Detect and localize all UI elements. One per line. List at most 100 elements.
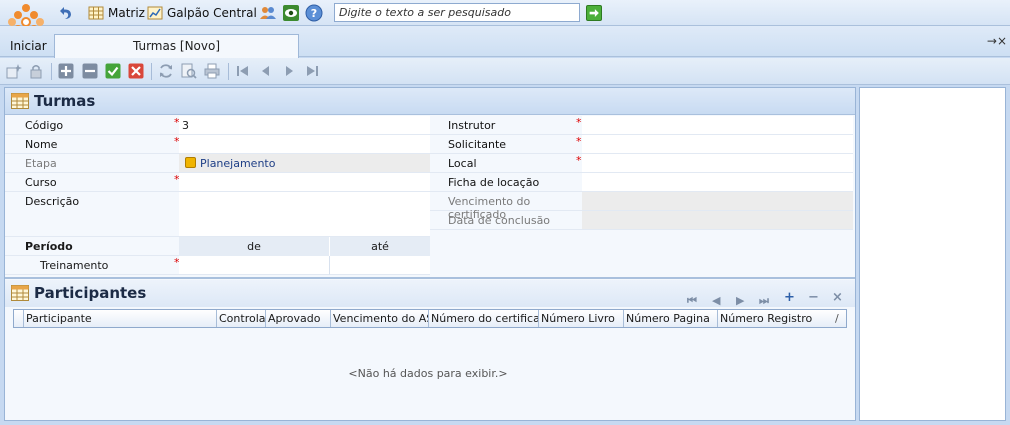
vencimento-certificado-label-cell: Vencimento do certificado bbox=[430, 192, 582, 221]
grid-delete-icon[interactable]: × bbox=[832, 284, 843, 311]
matriz-label: Matriz bbox=[108, 6, 145, 20]
toolbar-separator bbox=[151, 63, 152, 80]
column-numero-livro[interactable]: Número Livro bbox=[539, 310, 624, 327]
codigo-label-cell: Código * bbox=[5, 116, 180, 135]
column-vencimento-aso[interactable]: Vencimento do ASO bbox=[331, 310, 429, 327]
ficha-locacao-label-cell: Ficha de locação bbox=[430, 173, 582, 192]
periodo-label: Período bbox=[25, 240, 73, 253]
new-record-icon[interactable] bbox=[6, 63, 22, 79]
etapa-value: Planejamento bbox=[200, 157, 276, 170]
required-marker: * bbox=[576, 154, 582, 167]
curso-label: Curso bbox=[25, 176, 57, 189]
table-icon bbox=[11, 93, 29, 109]
ficha-locacao-label: Ficha de locação bbox=[448, 176, 540, 189]
grid-empty-message: <Não há dados para exibir.> bbox=[348, 367, 508, 380]
nome-label: Nome bbox=[25, 138, 58, 151]
solicitante-label-cell: Solicitante * bbox=[430, 135, 582, 154]
required-marker: * bbox=[576, 116, 582, 129]
tab-turmas-novo[interactable]: Turmas [Novo] bbox=[54, 34, 299, 58]
close-tab-icon[interactable]: →× bbox=[987, 34, 1007, 48]
instrutor-label-cell: Instrutor * bbox=[430, 116, 582, 135]
grid-remove-icon[interactable]: − bbox=[808, 284, 819, 311]
participantes-grid: Participante Controlar Aprovado Vencimen… bbox=[9, 309, 847, 420]
local-input[interactable] bbox=[582, 154, 853, 173]
curso-input[interactable] bbox=[179, 173, 430, 192]
codigo-label: Código bbox=[25, 119, 64, 132]
help-icon[interactable]: ? bbox=[305, 4, 323, 22]
data-conclusao-label: Data de conclusão bbox=[448, 214, 551, 227]
grid-icon bbox=[88, 6, 104, 20]
turmas-form-panel: Turmas Código * 3 Nome * Etapa Planejamento Cur… bbox=[4, 87, 856, 421]
iniciar-button[interactable]: Iniciar bbox=[10, 39, 47, 53]
grid-add-icon[interactable]: + bbox=[784, 284, 795, 311]
undo-icon[interactable] bbox=[56, 4, 74, 22]
codigo-input[interactable]: 3 bbox=[179, 116, 430, 135]
etapa-label: Etapa bbox=[25, 157, 57, 170]
print-icon[interactable] bbox=[204, 63, 220, 79]
lock-icon[interactable] bbox=[28, 63, 44, 79]
data-conclusao-label-cell: Data de conclusão bbox=[430, 211, 582, 230]
instrutor-input[interactable] bbox=[582, 116, 853, 135]
treinamento-label: Treinamento bbox=[40, 259, 109, 272]
etapa-status-icon bbox=[185, 157, 196, 168]
search-input[interactable] bbox=[334, 3, 580, 22]
svg-text:?: ? bbox=[311, 7, 317, 20]
preview-icon[interactable] bbox=[181, 63, 197, 79]
add-icon[interactable] bbox=[58, 63, 74, 79]
column-aprovado[interactable]: Aprovado bbox=[266, 310, 331, 327]
first-record-icon[interactable] bbox=[235, 63, 251, 79]
cancel-icon[interactable] bbox=[128, 63, 144, 79]
required-marker: * bbox=[576, 135, 582, 148]
users-icon[interactable] bbox=[259, 4, 277, 22]
treinamento-label-cell: Treinamento * bbox=[5, 256, 180, 275]
action-toolbar bbox=[0, 58, 1010, 85]
etapa-input[interactable]: Planejamento bbox=[179, 154, 430, 173]
previous-record-icon[interactable] bbox=[258, 63, 274, 79]
descricao-label-cell: Descrição bbox=[5, 192, 179, 237]
galpao-button[interactable]: Galpão Central bbox=[147, 4, 257, 22]
nome-input[interactable] bbox=[179, 135, 430, 154]
descricao-input[interactable] bbox=[179, 192, 430, 237]
periodo-de-header: de bbox=[179, 237, 330, 256]
instrutor-label: Instrutor bbox=[448, 119, 496, 132]
ficha-locacao-input[interactable] bbox=[582, 173, 853, 192]
save-check-icon[interactable] bbox=[105, 63, 121, 79]
solicitante-input[interactable] bbox=[582, 135, 853, 154]
local-label: Local bbox=[448, 157, 477, 170]
solicitante-label: Solicitante bbox=[448, 138, 507, 151]
grid-row-indicator bbox=[14, 310, 24, 327]
remove-icon[interactable] bbox=[82, 63, 98, 79]
turmas-section-header: Turmas bbox=[5, 88, 855, 115]
grid-header-row: Participante Controlar Aprovado Vencimen… bbox=[13, 309, 847, 328]
column-controlar[interactable]: Controlar bbox=[217, 310, 266, 327]
treinamento-ate-input[interactable] bbox=[330, 256, 430, 275]
toolbar-separator bbox=[228, 63, 229, 80]
column-numero-registro[interactable]: Número Registro bbox=[718, 310, 833, 327]
curso-label-cell: Curso * bbox=[5, 173, 180, 192]
participantes-section-header: Participantes ⏮ ◀ ▶ ⏭ + − × bbox=[5, 280, 855, 307]
matriz-button[interactable]: Matriz bbox=[88, 4, 145, 22]
column-participante[interactable]: Participante bbox=[24, 310, 217, 327]
column-numero-certificado[interactable]: Número do certificado bbox=[429, 310, 539, 327]
chart-icon bbox=[147, 6, 163, 20]
turmas-title: Turmas bbox=[34, 92, 96, 110]
treinamento-de-input[interactable] bbox=[179, 256, 330, 275]
local-label-cell: Local * bbox=[430, 154, 582, 173]
participantes-title: Participantes bbox=[34, 284, 147, 302]
next-record-icon[interactable] bbox=[281, 63, 297, 79]
descricao-label: Descrição bbox=[25, 195, 80, 208]
column-chooser-icon[interactable]: / bbox=[833, 310, 846, 327]
search-go-icon[interactable] bbox=[586, 5, 602, 21]
view-icon[interactable] bbox=[282, 4, 300, 22]
column-numero-pagina[interactable]: Número Pagina bbox=[624, 310, 718, 327]
section-divider bbox=[5, 277, 855, 279]
last-record-icon[interactable] bbox=[304, 63, 320, 79]
toolbar-separator bbox=[51, 63, 52, 80]
galpao-label: Galpão Central bbox=[167, 6, 257, 20]
periodo-label-cell: Período bbox=[5, 237, 179, 256]
refresh-icon[interactable] bbox=[158, 63, 174, 79]
top-toolbar: Matriz Galpão Central ? bbox=[0, 0, 1010, 40]
tab-bar: Iniciar Turmas [Novo] →× bbox=[0, 26, 1010, 58]
table-icon bbox=[11, 285, 29, 301]
periodo-ate-header: até bbox=[330, 237, 430, 256]
